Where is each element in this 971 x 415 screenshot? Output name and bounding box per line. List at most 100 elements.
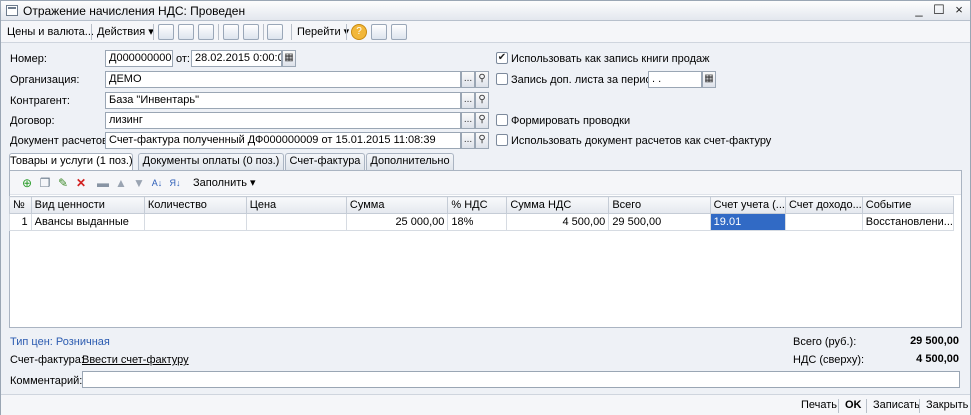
goto-menu[interactable]: Перейти ▾ — [297, 24, 349, 40]
copy-icon[interactable] — [198, 24, 214, 40]
goods-panel: ⊕ ❐ ✎ ✕ ▬ ▲ ▼ A↓ Я↓ Заполнить ▾ — [9, 170, 962, 328]
copy-row-icon[interactable]: ❐ — [38, 176, 52, 190]
column-event[interactable]: Событие — [861, 196, 955, 214]
extra-sheet-period-field[interactable]: . . — [648, 71, 702, 88]
organization-field[interactable]: ДЕМО — [105, 71, 461, 88]
select-button[interactable]: ... — [461, 112, 475, 129]
table-row[interactable]: 1 Авансы выданные 25 000,00 18% 4 500,00… — [9, 213, 955, 231]
move-down-icon[interactable]: ▼ — [132, 176, 146, 190]
cell-account[interactable]: 19.01 — [709, 213, 786, 231]
column-account[interactable]: Счет учета (... — [709, 196, 786, 214]
settlement-doc-label: Документ расчетов: — [10, 135, 111, 147]
select-button[interactable]: ... — [461, 71, 475, 88]
date-field[interactable]: 28.02.2015 0:00:07 — [191, 50, 282, 67]
toolbar-separator — [218, 24, 219, 40]
close-form-button[interactable]: Закрыть — [926, 399, 968, 411]
use-sales-book-checkbox[interactable]: ✔ — [496, 52, 508, 64]
search-icon[interactable]: ⚲ — [475, 132, 489, 149]
comment-label: Комментарий: — [10, 375, 83, 387]
column-quantity[interactable]: Количество — [143, 196, 247, 214]
structure-icon[interactable] — [243, 24, 259, 40]
post-icon[interactable] — [178, 24, 194, 40]
cell-event[interactable]: Восстановлени... — [861, 213, 955, 231]
settings-list-icon[interactable] — [391, 24, 407, 40]
add-icon[interactable]: ⊕ — [20, 176, 34, 190]
cell-income-account[interactable] — [784, 213, 863, 231]
tab-payment-documents[interactable]: Документы оплаты (0 поз.) — [138, 153, 284, 170]
extra-sheet-checkbox[interactable] — [496, 73, 508, 85]
number-label: Номер: — [10, 53, 47, 65]
column-value-type[interactable]: Вид ценности — [30, 196, 145, 214]
toolbar-separator — [91, 24, 92, 40]
sort-asc-icon[interactable]: A↓ — [150, 176, 164, 190]
total-label: Всего (руб.): — [793, 336, 857, 348]
table-header: № Вид ценности Количество Цена Сумма % Н… — [9, 196, 955, 214]
calendar-icon[interactable]: ▦ — [702, 71, 716, 88]
title-bar: Отражение начисления НДС: Проведен _ ☐ × — [1, 1, 970, 21]
move-up-icon[interactable]: ▲ — [114, 176, 128, 190]
toolbar-separator — [263, 24, 264, 40]
actions-menu[interactable]: Действия ▾ — [97, 24, 154, 40]
cell-number[interactable]: 1 — [9, 213, 32, 231]
report-icon[interactable] — [267, 24, 283, 40]
tab-goods-services[interactable]: Товары и услуги (1 поз.) — [9, 153, 133, 171]
toolbar-separator — [346, 24, 347, 40]
select-button[interactable]: ... — [461, 132, 475, 149]
column-sum[interactable]: Сумма — [345, 196, 449, 214]
save-button[interactable]: Записать — [873, 399, 920, 411]
bottom-bar: Печать OK Записать Закрыть — [1, 394, 970, 415]
journal-icon[interactable] — [371, 24, 387, 40]
based-on-icon[interactable] — [223, 24, 239, 40]
help-icon[interactable]: ? — [351, 24, 367, 40]
total-value: 29 500,00 — [910, 335, 959, 347]
cell-sum[interactable]: 25 000,00 — [345, 213, 449, 231]
column-number[interactable]: № — [9, 196, 32, 214]
sort-desc-icon[interactable]: Я↓ — [168, 176, 182, 190]
maximize-button[interactable]: ☐ — [931, 2, 947, 18]
form-entries-label: Формировать проводки — [511, 115, 631, 127]
contract-field[interactable]: лизинг — [105, 112, 461, 129]
column-vat-sum[interactable]: Сумма НДС — [506, 196, 610, 214]
column-vat-rate[interactable]: % НДС — [447, 196, 508, 214]
use-settlement-as-invoice-checkbox[interactable] — [496, 134, 508, 146]
form-entries-checkbox[interactable] — [496, 114, 508, 126]
cell-total[interactable]: 29 500,00 — [608, 213, 711, 231]
comment-field[interactable] — [82, 371, 960, 388]
search-icon[interactable]: ⚲ — [475, 71, 489, 88]
close-button[interactable]: × — [951, 2, 967, 18]
tab-invoice[interactable]: Счет-фактура — [285, 153, 365, 170]
ok-button[interactable]: OK — [845, 399, 862, 411]
select-button[interactable]: ... — [461, 92, 475, 109]
delete-icon[interactable]: ✕ — [74, 176, 88, 190]
cell-price[interactable] — [245, 213, 347, 231]
counterparty-field[interactable]: База "Инвентарь" — [105, 92, 461, 109]
minimize-button[interactable]: _ — [911, 2, 927, 18]
column-price[interactable]: Цена — [245, 196, 347, 214]
end-edit-icon[interactable]: ▬ — [96, 176, 110, 190]
use-sales-book-label: Использовать как запись книги продаж — [511, 53, 710, 65]
search-icon[interactable]: ⚲ — [475, 112, 489, 129]
price-type-link[interactable]: Тип цен: Розничная — [10, 336, 110, 348]
vat-value: 4 500,00 — [916, 353, 959, 365]
prices-currency-button[interactable]: Цены и валюта... — [7, 24, 94, 40]
search-icon[interactable]: ⚲ — [475, 92, 489, 109]
enter-invoice-link[interactable]: Ввести счет-фактуру — [82, 354, 189, 366]
cell-quantity[interactable] — [143, 213, 247, 231]
number-field[interactable]: Д0000000001 — [105, 50, 173, 67]
column-total[interactable]: Всего — [608, 196, 711, 214]
invoice-label: Счет-фактура: — [10, 354, 84, 366]
print-button[interactable]: Печать — [801, 399, 837, 411]
column-income-account[interactable]: Счет доходо... — [784, 196, 863, 214]
vat-label: НДС (сверху): — [793, 354, 865, 366]
edit-icon[interactable]: ✎ — [56, 176, 70, 190]
settlement-doc-field[interactable]: Счет-фактура полученный ДФ000000009 от 1… — [105, 132, 461, 149]
cell-vat-sum[interactable]: 4 500,00 — [506, 213, 610, 231]
tab-additional[interactable]: Дополнительно — [366, 153, 454, 170]
organization-label: Организация: — [10, 74, 80, 86]
cell-vat-rate[interactable]: 18% — [447, 213, 508, 231]
fill-menu[interactable]: Заполнить ▾ — [193, 175, 256, 191]
calendar-icon[interactable]: ▦ — [282, 50, 296, 67]
bottom-separator — [838, 399, 839, 413]
post-and-close-icon[interactable] — [158, 24, 174, 40]
cell-value-type[interactable]: Авансы выданные — [30, 213, 145, 231]
